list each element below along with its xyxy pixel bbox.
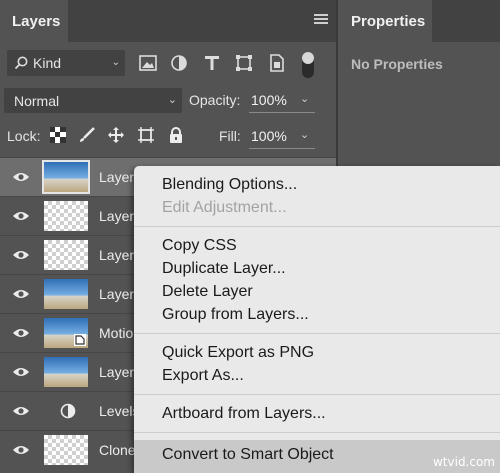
eye-icon[interactable] (12, 443, 30, 457)
lock-label: Lock: (7, 128, 41, 144)
filter-kind-label: Kind (33, 55, 62, 71)
pixel-filter-icon[interactable] (138, 53, 158, 73)
menu-item-delete-layer[interactable]: Delete Layer (162, 283, 253, 301)
menu-item-copy-css[interactable]: Copy CSS (162, 237, 237, 255)
layer-name[interactable]: Layer (99, 364, 134, 380)
fill-underline (249, 148, 315, 149)
layer-name[interactable]: Motio (99, 325, 133, 341)
type-filter-icon[interactable] (202, 53, 222, 73)
eye-icon[interactable] (12, 170, 30, 184)
panel-menu-icon[interactable] (314, 14, 328, 26)
menu-item-group-from-layers[interactable]: Group from Layers... (162, 306, 309, 324)
menu-item-duplicate-layer[interactable]: Duplicate Layer... (162, 260, 286, 278)
eye-icon[interactable] (12, 365, 30, 379)
lock-all-icon[interactable] (167, 126, 185, 144)
lock-transparent-pixels-icon[interactable] (49, 126, 67, 144)
tab-properties[interactable]: Properties (338, 0, 432, 42)
layer-thumbnail (44, 201, 88, 231)
tab-properties-label: Properties (351, 13, 426, 30)
eye-icon[interactable] (12, 326, 30, 340)
filter-kind-select[interactable]: Kind ⌄ (7, 50, 125, 76)
no-properties-text: No Properties (351, 56, 443, 72)
eye-icon[interactable] (12, 209, 30, 223)
lock-image-pixels-icon[interactable] (78, 126, 96, 144)
watermark: wtvid.com (432, 455, 495, 469)
menu-item-quick-export-png[interactable]: Quick Export as PNG (162, 344, 314, 362)
chevron-down-icon[interactable]: ⌄ (300, 128, 309, 141)
layer-thumbnail (44, 318, 88, 348)
smart-object-badge-icon (74, 334, 86, 346)
layer-thumbnail (44, 357, 88, 387)
layer-thumbnail (42, 160, 90, 194)
menu-item-export-as[interactable]: Export As... (162, 367, 244, 385)
lock-position-icon[interactable] (107, 126, 125, 144)
eye-icon[interactable] (12, 404, 30, 418)
fill-label: Fill: (219, 128, 241, 144)
shape-filter-icon[interactable] (234, 53, 254, 73)
layer-name[interactable]: Clone (99, 442, 136, 458)
chevron-down-icon[interactable]: ⌄ (300, 92, 309, 105)
smart-object-filter-icon[interactable] (267, 53, 287, 73)
menu-separator (134, 432, 500, 433)
menu-item-edit-adjustment: Edit Adjustment... (162, 199, 287, 216)
layer-thumbnail (44, 279, 88, 309)
eye-icon[interactable] (12, 287, 30, 301)
opacity-underline (249, 112, 315, 113)
layer-name[interactable]: Layer (99, 208, 134, 224)
blend-mode-select[interactable]: Normal ⌄ (4, 88, 182, 113)
levels-adjustment-icon (60, 403, 76, 419)
tab-layers-label: Layers (12, 13, 61, 30)
menu-separator (134, 333, 500, 334)
tab-layers[interactable]: Layers (0, 0, 68, 42)
fill-value[interactable]: 100% (251, 128, 287, 144)
layer-context-menu: Blending Options... Edit Adjustment... C… (134, 166, 500, 473)
adjustment-filter-icon[interactable] (169, 53, 189, 73)
layer-name[interactable]: Layer (99, 286, 134, 302)
menu-item-artboard-from-layers[interactable]: Artboard from Layers... (162, 405, 326, 423)
layer-thumbnail (44, 240, 88, 270)
layer-thumbnail (44, 435, 88, 465)
chevron-down-icon: ⌄ (167, 94, 177, 106)
layer-name[interactable]: Layer (99, 169, 134, 185)
artboard-lock-icon[interactable] (137, 126, 155, 144)
eye-icon[interactable] (12, 248, 30, 262)
search-icon (14, 56, 28, 70)
opacity-label: Opacity: (189, 92, 241, 108)
menu-separator (134, 394, 500, 395)
menu-separator (134, 226, 500, 227)
chevron-down-icon: ⌄ (111, 57, 120, 68)
menu-item-convert-to-smart-object[interactable]: Convert to Smart Object (162, 446, 334, 464)
filter-toggle[interactable] (302, 52, 314, 78)
menu-item-blending-options[interactable]: Blending Options... (162, 176, 297, 194)
layer-name[interactable]: Layer (99, 247, 134, 263)
opacity-value[interactable]: 100% (251, 92, 287, 108)
blend-mode-value: Normal (14, 93, 60, 109)
